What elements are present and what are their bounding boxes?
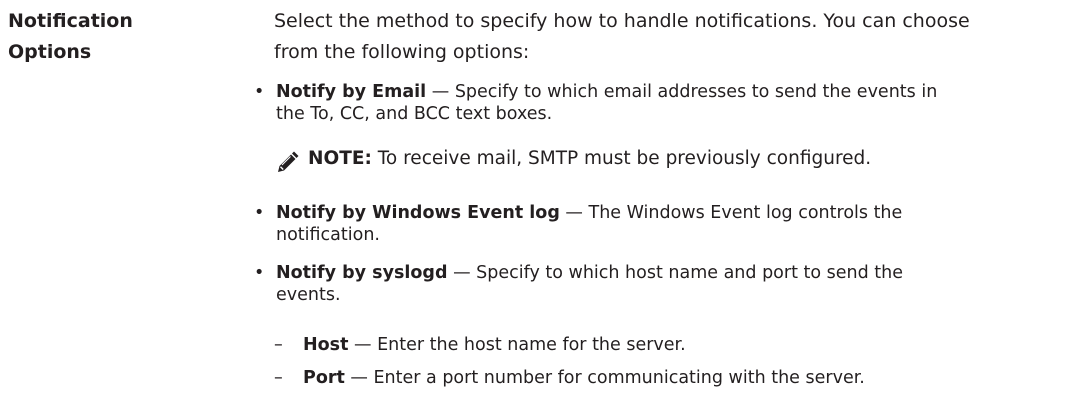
term-heading: Notification Options	[8, 6, 198, 68]
option-syslogd-label: Notify by syslogd	[276, 263, 448, 283]
term-line-2: Options	[8, 41, 92, 63]
option-syslogd-separator: —	[447, 263, 477, 283]
sub-option-host-separator: —	[348, 335, 378, 355]
option-email-text-1: Specify to which email addresses to send…	[454, 82, 938, 102]
sub-option-port-separator: —	[344, 368, 374, 388]
description-line-2: from the following options:	[274, 41, 530, 63]
sub-option-port-label: Port	[303, 368, 345, 388]
option-email-separator: —	[426, 82, 455, 102]
description-line-1: Select the method to specify how to hand…	[274, 10, 970, 32]
option-windows-text-1: The Windows Event log controls the	[588, 203, 903, 223]
sub-option-port-text: Enter a port number for communicating wi…	[373, 368, 865, 388]
option-syslogd-text-2: events.	[276, 285, 341, 305]
description: Select the method to specify how to hand…	[274, 6, 1074, 68]
option-windows-label: Notify by Windows Event log	[276, 203, 560, 223]
option-email-text-2: the To, CC, and BCC text boxes.	[276, 104, 553, 124]
note-label: NOTE:	[308, 148, 372, 169]
option-windows-text-2: notification.	[276, 225, 380, 245]
option-email-label: Notify by Email	[276, 82, 427, 102]
dash-marker: –	[274, 368, 283, 388]
dash-marker: –	[274, 335, 283, 355]
note-block: NOTE: To receive mail, SMTP must be prev…	[276, 146, 1066, 186]
term-line-1: Notification	[8, 10, 133, 32]
note-text: To receive mail, SMTP must be previously…	[371, 148, 872, 169]
option-windows-separator: —	[559, 203, 589, 223]
sub-option-host-label: Host	[303, 335, 349, 355]
option-syslogd-text-1: Specify to which host name and port to s…	[476, 263, 904, 283]
sub-option-host-text: Enter the host name for the server.	[377, 335, 686, 355]
bullet-marker: •	[254, 263, 265, 283]
pencil-note-icon	[276, 151, 299, 174]
bullet-marker: •	[254, 82, 265, 102]
bullet-marker: •	[254, 203, 265, 223]
